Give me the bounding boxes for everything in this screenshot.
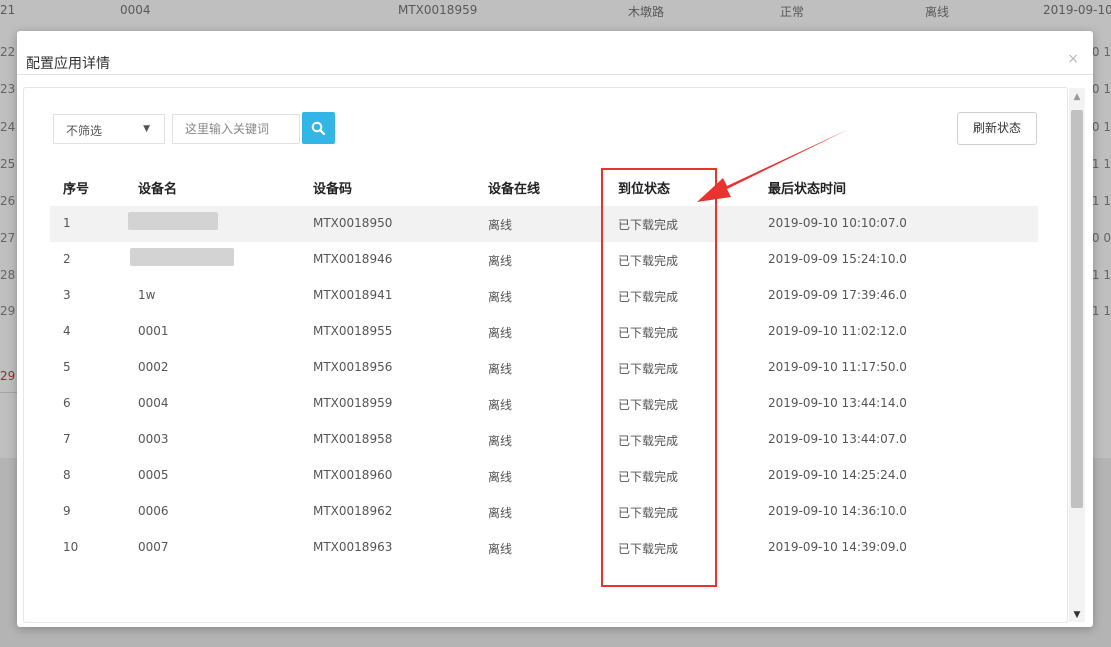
annotation-arrow-icon [697, 129, 849, 202]
